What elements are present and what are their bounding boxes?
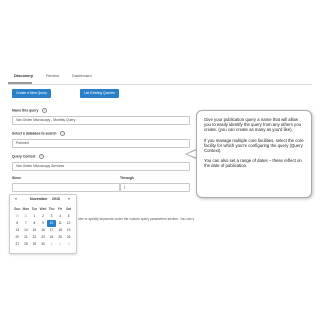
calendar-day[interactable]: 21	[22, 234, 31, 241]
weekday-row: Sun Mon Tue Wed Thu Fri Sat	[13, 206, 73, 213]
calendar-month: November	[30, 197, 48, 201]
list-queries-label: List Existing Queries	[84, 91, 115, 95]
query-context-select[interactable]: Van Orden Microscopy Services	[12, 162, 190, 171]
calendar-day[interactable]: 19	[64, 227, 73, 234]
weekday-label: Tue	[31, 207, 38, 211]
calendar-day[interactable]: 14	[22, 227, 31, 234]
tab-discovery[interactable]: Discovery	[12, 73, 35, 78]
tab-bar: Discovery Review Dashboard	[8, 70, 312, 85]
weekday-label: Sun	[14, 207, 21, 211]
query-name-input[interactable]: Van Orden Microscopy - Monthly Query	[12, 116, 190, 125]
callout-paragraph-3: You can also set a range of dates – thes…	[204, 158, 302, 169]
custom-query-hint: nter or specify keywords under the custo…	[78, 217, 195, 221]
database-select[interactable]: Pubmed	[12, 139, 190, 148]
calendar-day[interactable]: 18	[56, 227, 65, 234]
query-name-label: Name this query i	[12, 108, 48, 113]
calendar-day[interactable]: 9	[39, 220, 48, 227]
calendar-day[interactable]: 26	[64, 234, 73, 241]
date-picker[interactable]: « November 2016 » Sun Mon Tue Wed Thu Fri Sat 3…	[9, 194, 77, 254]
database-label-text: Select a database to search	[12, 131, 57, 136]
calendar-day[interactable]: 23	[39, 234, 48, 241]
calendar-day[interactable]: 2	[39, 213, 48, 220]
tab-dashboard[interactable]: Dashboard	[70, 73, 94, 78]
calendar-year: 2016	[52, 197, 60, 201]
calendar-day[interactable]: 29	[30, 241, 39, 248]
weekday-label: Mon	[22, 207, 30, 211]
query-name-label-text: Name this query	[12, 108, 39, 113]
week-row: 27 28 29 30 1 2 3	[13, 241, 73, 248]
weekday-label: Fri	[58, 207, 63, 211]
calendar-day[interactable]: 12	[64, 220, 73, 227]
calendar-day[interactable]: 31	[22, 213, 31, 220]
create-query-button[interactable]: Create a New Query	[12, 89, 51, 98]
callout-paragraph-2: If you manage multiple core facilities, …	[204, 137, 304, 154]
query-name-value: Van Orden Microscopy - Monthly Query	[16, 118, 76, 122]
callout-paragraph-1: Give your publication query a name that …	[204, 117, 301, 133]
calendar-day[interactable]: 24	[47, 234, 56, 241]
info-icon[interactable]: i	[39, 154, 45, 159]
date-picker-header: « November 2016 »	[10, 197, 76, 204]
calendar-day[interactable]: 27	[13, 241, 22, 248]
since-date-input[interactable]	[12, 183, 120, 192]
calendar-day[interactable]: 8	[30, 220, 39, 227]
calendar-day[interactable]: 1	[47, 241, 56, 248]
text-cursor: |	[124, 185, 125, 189]
weekday-label: Thu	[48, 207, 55, 211]
calendar-day[interactable]: 2	[56, 241, 65, 248]
calendar-day[interactable]: 10	[47, 220, 56, 227]
week-row: 30 31 1 2 3 4 5	[13, 213, 73, 220]
calendar-day[interactable]: 22	[30, 234, 39, 241]
calendar-day[interactable]: 7	[22, 220, 31, 227]
weekday-label: Wed	[39, 207, 47, 211]
calendar-day[interactable]: 4	[56, 213, 65, 220]
database-label: Select a database to search i	[12, 131, 66, 136]
since-label: Since	[12, 176, 22, 180]
calendar-day[interactable]: 13	[13, 227, 22, 234]
calendar-day[interactable]: 15	[30, 227, 39, 234]
tab-review[interactable]: Review	[44, 73, 61, 78]
calendar-day[interactable]: 11	[56, 220, 65, 227]
prev-month-icon[interactable]: «	[15, 197, 17, 201]
database-value: Pubmed	[16, 141, 29, 145]
active-tab-indicator	[8, 82, 32, 84]
calendar-day[interactable]: 30	[39, 241, 48, 248]
help-callout: Give your publication query a name that …	[196, 110, 312, 198]
create-query-label: Create a New Query	[16, 91, 47, 95]
calendar-day[interactable]: 1	[30, 213, 39, 220]
calendar-day[interactable]: 28	[22, 241, 31, 248]
calendar-day[interactable]: 3	[64, 241, 73, 248]
week-row: 6 7 8 9 10 11 12	[13, 220, 73, 227]
query-context-label: Query Context i	[12, 154, 45, 159]
query-context-label-text: Query Context	[12, 154, 36, 159]
calendar-day[interactable]: 30	[13, 213, 22, 220]
info-icon[interactable]: i	[60, 131, 66, 136]
next-month-icon[interactable]: »	[68, 197, 70, 201]
weekday-label: Sat	[66, 207, 72, 211]
calendar-day[interactable]: 3	[47, 213, 56, 220]
week-row: 20 21 22 23 24 25 26	[13, 234, 73, 241]
calendar-day[interactable]: 16	[39, 227, 48, 234]
calendar-grid: Sun Mon Tue Wed Thu Fri Sat 30 31 1 2 3 4 5 6 7 8 9 10 11 12…	[13, 206, 73, 248]
calendar-day[interactable]: 17	[47, 227, 56, 234]
calendar-day[interactable]: 25	[56, 234, 65, 241]
list-queries-button[interactable]: List Existing Queries	[80, 89, 119, 98]
info-icon[interactable]: i	[42, 108, 48, 113]
calendar-day[interactable]: 5	[64, 213, 73, 220]
calendar-day[interactable]: 6	[13, 220, 22, 227]
through-label: Through	[120, 176, 134, 180]
query-context-value: Van Orden Microscopy Services	[16, 164, 65, 168]
calendar-day[interactable]: 20	[13, 234, 22, 241]
week-row: 13 14 15 16 17 18 19	[13, 227, 73, 234]
through-date-input[interactable]: |	[120, 183, 190, 192]
